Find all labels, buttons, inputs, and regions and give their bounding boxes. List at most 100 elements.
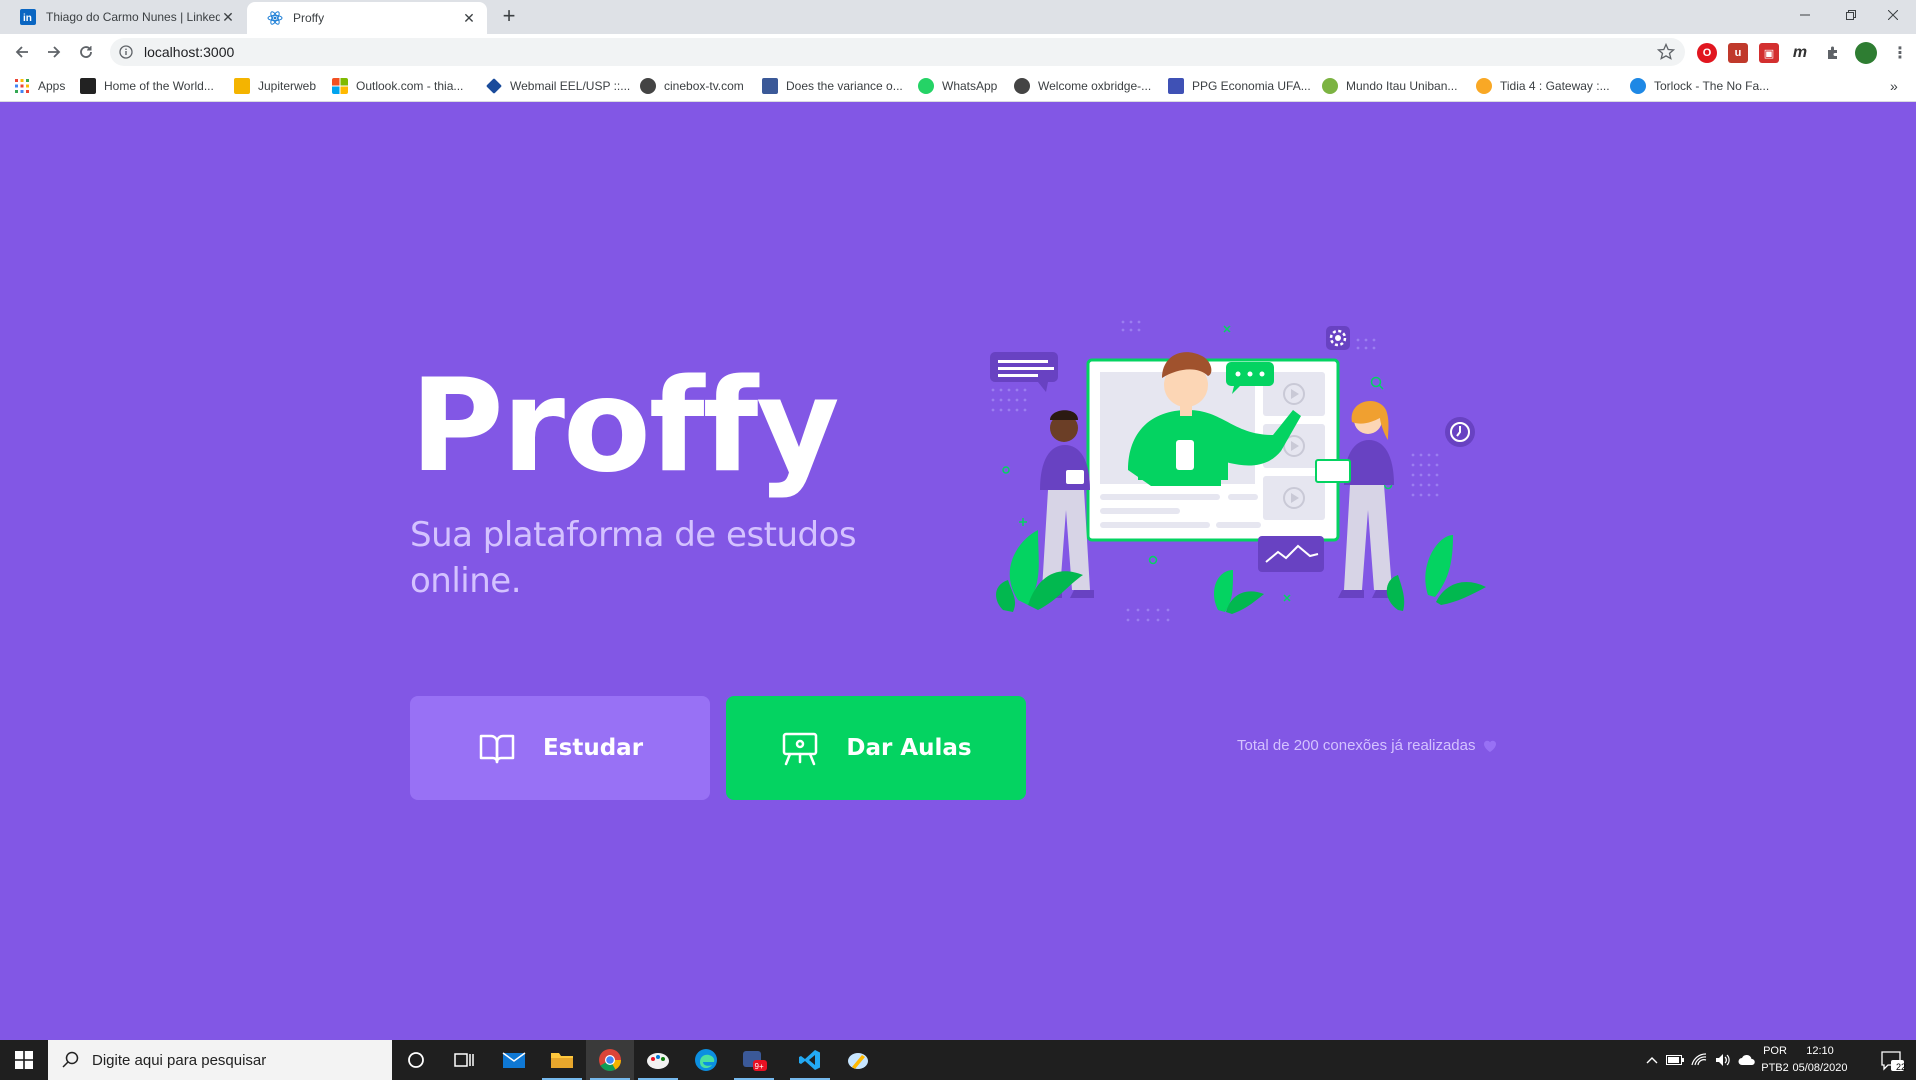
proffy-logo: Proffy bbox=[410, 370, 840, 500]
tab-linkedin[interactable]: in Thiago do Carmo Nunes | Linkedl ✕ bbox=[0, 0, 246, 34]
bookmark-torlock[interactable]: Torlock - The No Fa... bbox=[1630, 77, 1769, 95]
browser-tab-strip: in Thiago do Carmo Nunes | Linkedl ✕ Pro… bbox=[0, 0, 1916, 34]
hero-illustration bbox=[990, 320, 1486, 622]
bookmark-cinebox[interactable]: cinebox-tv.com bbox=[640, 77, 744, 95]
language-indicator[interactable]: POR PTB2 bbox=[1760, 1043, 1790, 1077]
taskbar-edge[interactable] bbox=[682, 1040, 730, 1080]
taskbar-search-box[interactable]: Digite aqui para pesquisar bbox=[48, 1040, 392, 1080]
bookmark-ppg-economia[interactable]: PPG Economia UFA... bbox=[1168, 77, 1311, 95]
bookmark-favicon-icon bbox=[1322, 78, 1338, 94]
address-bar[interactable]: localhost:3000 bbox=[110, 38, 1685, 66]
keyboard-layout: PTB2 bbox=[1761, 1062, 1789, 1074]
apps-grid-icon bbox=[15, 79, 29, 93]
clock-date: 05/08/2020 bbox=[1792, 1062, 1848, 1074]
minimize-button[interactable] bbox=[1782, 0, 1828, 30]
bookmark-mundo-itau[interactable]: Mundo Itau Uniban... bbox=[1322, 77, 1457, 95]
taskbar-mail[interactable] bbox=[490, 1040, 538, 1080]
microsoft-icon bbox=[332, 78, 348, 94]
bookmark-favicon-icon bbox=[80, 78, 96, 94]
action-center-button[interactable]: 22 bbox=[1868, 1040, 1916, 1080]
taskbar-paint[interactable] bbox=[634, 1040, 682, 1080]
restore-button[interactable] bbox=[1828, 0, 1874, 30]
info-icon[interactable] bbox=[118, 44, 134, 60]
cloud-icon bbox=[1738, 1054, 1755, 1065]
bookmark-apps[interactable]: Apps bbox=[14, 77, 65, 95]
paint-palette-icon bbox=[647, 1053, 669, 1069]
bookmark-jupiterweb[interactable]: Jupiterweb bbox=[234, 77, 316, 95]
close-window-button[interactable] bbox=[1870, 0, 1916, 30]
bookmark-star-icon[interactable] bbox=[1657, 43, 1675, 61]
task-view-button[interactable] bbox=[440, 1040, 488, 1080]
taskbar-chrome[interactable] bbox=[586, 1040, 634, 1080]
reload-icon bbox=[80, 46, 92, 58]
bookmark-label: Tidia 4 : Gateway :... bbox=[1500, 79, 1610, 93]
start-button[interactable] bbox=[0, 1040, 48, 1080]
bookmark-label: Welcome oxbridge-... bbox=[1038, 79, 1152, 93]
mendeley-icon[interactable]: m bbox=[1790, 43, 1810, 63]
bookmark-home-of-the-world[interactable]: Home of the World... bbox=[80, 77, 214, 95]
clock-icon bbox=[1445, 417, 1475, 447]
edge-icon bbox=[695, 1049, 717, 1071]
globe-icon bbox=[1014, 78, 1030, 94]
bookmarks-overflow-button[interactable]: » bbox=[1890, 77, 1898, 95]
bookmark-variance[interactable]: Does the variance o... bbox=[762, 77, 903, 95]
total-connections-text: Total de 200 conexões já realizadas bbox=[1237, 737, 1476, 754]
extensions-puzzle-icon[interactable] bbox=[1823, 43, 1843, 63]
wifi-button[interactable] bbox=[1688, 1040, 1710, 1080]
close-tab-icon[interactable]: ✕ bbox=[461, 10, 477, 26]
svg-text:Proffy: Proffy bbox=[410, 370, 838, 500]
mail-icon bbox=[502, 1052, 526, 1068]
notification-count: 22 bbox=[1895, 1062, 1906, 1072]
taskbar-app-badge[interactable]: 9+ bbox=[730, 1040, 778, 1080]
subtitle: Sua plataforma de estudos online. bbox=[410, 515, 857, 601]
profile-avatar[interactable] bbox=[1855, 42, 1877, 64]
tab-proffy[interactable]: Proffy ✕ bbox=[247, 2, 487, 34]
onedrive-button[interactable] bbox=[1736, 1040, 1758, 1080]
search-icon bbox=[62, 1051, 79, 1068]
search-placeholder: Digite aqui para pesquisar bbox=[92, 1051, 267, 1069]
system-clock[interactable]: 12:10 05/08/2020 bbox=[1790, 1043, 1850, 1077]
arrow-left-icon bbox=[15, 46, 28, 58]
pdf-extension-icon[interactable]: ▣ bbox=[1759, 43, 1779, 63]
chrome-icon bbox=[599, 1049, 621, 1071]
bookmark-outlook[interactable]: Outlook.com - thia... bbox=[332, 77, 463, 95]
bookmark-whatsapp[interactable]: WhatsApp bbox=[918, 77, 997, 95]
bookmark-label: Torlock - The No Fa... bbox=[1654, 79, 1770, 93]
landing-page: Proffy Sua plataforma de estudos online. bbox=[0, 102, 1916, 1040]
battery-button[interactable] bbox=[1664, 1040, 1686, 1080]
student-figure-left bbox=[1036, 410, 1094, 598]
cortana-button[interactable] bbox=[392, 1040, 440, 1080]
bookmark-tidia[interactable]: Tidia 4 : Gateway :... bbox=[1476, 77, 1610, 95]
study-button[interactable]: Estudar bbox=[410, 696, 710, 800]
bookmark-label: PPG Economia UFA... bbox=[1192, 79, 1311, 93]
show-hidden-icons-button[interactable] bbox=[1642, 1040, 1662, 1080]
bookmark-favicon-icon bbox=[1630, 78, 1646, 94]
close-tab-icon[interactable]: ✕ bbox=[220, 9, 236, 25]
opera-adblock-icon[interactable]: O bbox=[1697, 43, 1717, 63]
gear-icon bbox=[1326, 326, 1350, 350]
back-button[interactable] bbox=[12, 42, 32, 62]
give-classes-button-label: Dar Aulas bbox=[846, 735, 972, 761]
browser-toolbar: localhost:3000 O u ▣ m ⋮ bbox=[0, 34, 1916, 70]
url-text: localhost:3000 bbox=[144, 44, 235, 60]
presentation-board-icon bbox=[783, 732, 818, 766]
heart-icon bbox=[1483, 740, 1496, 752]
bookmark-favicon-icon bbox=[762, 78, 778, 94]
menu-kebab-icon[interactable]: ⋮ bbox=[1890, 43, 1910, 63]
bookmark-label: Webmail EEL/USP ::... bbox=[510, 79, 631, 93]
bookmark-label: Does the variance o... bbox=[786, 79, 903, 93]
give-classes-button[interactable]: Dar Aulas bbox=[726, 696, 1026, 800]
ublock-icon[interactable]: u bbox=[1728, 43, 1748, 63]
new-tab-button[interactable]: + bbox=[498, 5, 520, 28]
windows-taskbar: Digite aqui para pesquisar 9+ POR PTB2 1… bbox=[0, 1040, 1916, 1080]
bookmark-webmail-eel[interactable]: Webmail EEL/USP ::... bbox=[486, 77, 630, 95]
taskbar-file-explorer[interactable] bbox=[538, 1040, 586, 1080]
taskbar-vscode[interactable] bbox=[786, 1040, 834, 1080]
taskbar-paint-3d[interactable] bbox=[834, 1040, 882, 1080]
paint-brush-icon bbox=[848, 1053, 868, 1069]
reload-button[interactable] bbox=[76, 42, 96, 62]
whatsapp-icon bbox=[918, 78, 934, 94]
forward-button[interactable] bbox=[44, 42, 64, 62]
bookmark-oxbridge[interactable]: Welcome oxbridge-... bbox=[1014, 77, 1151, 95]
volume-button[interactable] bbox=[1712, 1040, 1734, 1080]
